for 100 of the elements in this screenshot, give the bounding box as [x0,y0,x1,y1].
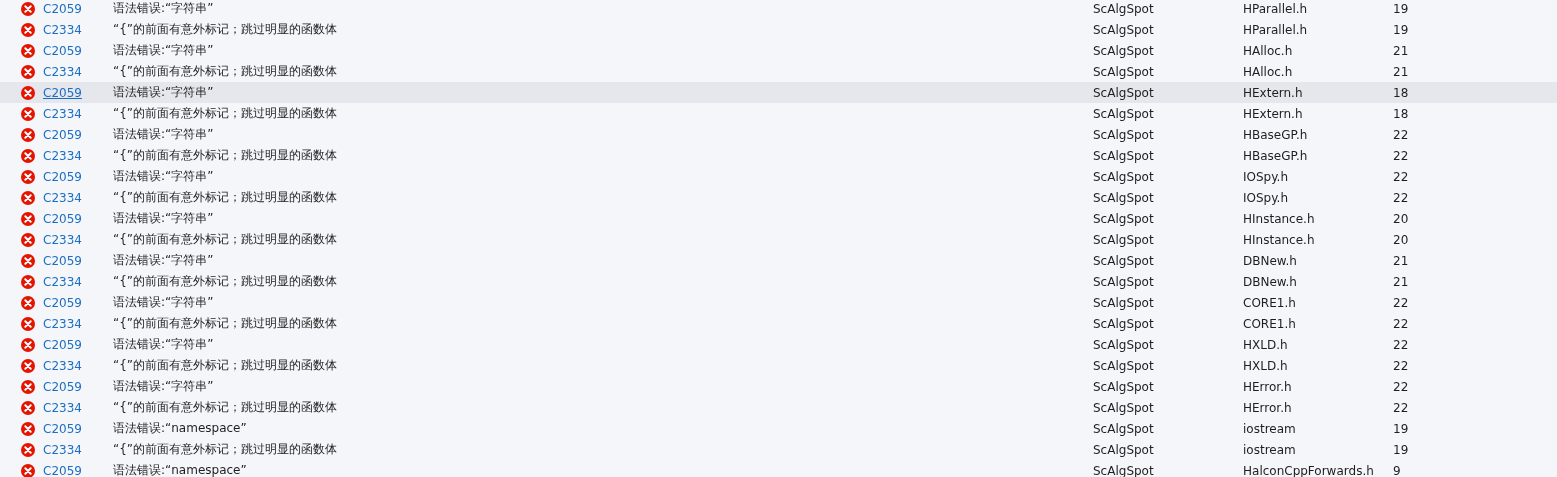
error-code-link[interactable]: C2059 [43,85,82,100]
error-description: 语法错误:“字符串” [113,294,214,311]
error-description: 语法错误:“字符串” [113,168,214,185]
line-number: 19 [1393,1,1409,16]
project-name: ScAlgSpot [1093,442,1154,457]
line-number: 21 [1393,43,1409,58]
error-icon [20,274,35,289]
project-name: ScAlgSpot [1093,106,1154,121]
error-code-link[interactable]: C2334 [43,22,82,37]
error-icon [20,253,35,268]
error-icon [20,442,35,457]
error-description: 语法错误:“字符串” [113,84,214,101]
line-number: 18 [1393,85,1409,100]
line-number: 19 [1393,22,1409,37]
error-description: 语法错误:“字符串” [113,336,214,353]
error-icon [20,169,35,184]
file-name: HBaseGP.h [1243,148,1308,163]
error-code-link[interactable]: C2334 [43,232,82,247]
file-name: HAlloc.h [1243,43,1293,58]
line-number: 22 [1393,295,1409,310]
error-code-link[interactable]: C2059 [43,463,82,477]
error-icon [20,127,35,142]
line-number: 9 [1393,463,1401,477]
error-description: 语法错误:“字符串” [113,42,214,59]
file-name: HAlloc.h [1243,64,1293,79]
file-name: HError.h [1243,400,1292,415]
error-icon [20,1,35,16]
error-icon [20,106,35,121]
project-name: ScAlgSpot [1093,43,1154,58]
project-name: ScAlgSpot [1093,1,1154,16]
project-name: ScAlgSpot [1093,379,1154,394]
error-code-link[interactable]: C2059 [43,253,82,268]
error-code-link[interactable]: C2059 [43,1,82,16]
error-code-link[interactable]: C2059 [43,127,82,142]
file-name: HExtern.h [1243,106,1303,121]
project-name: ScAlgSpot [1093,274,1154,289]
project-name: ScAlgSpot [1093,211,1154,226]
error-description: “{”的前面有意外标记；跳过明显的函数体 [113,21,338,38]
error-code-link[interactable]: C2059 [43,421,82,436]
error-code-link[interactable]: C2059 [43,295,82,310]
error-icon [20,295,35,310]
error-description: “{”的前面有意外标记；跳过明显的函数体 [113,441,338,458]
error-description: “{”的前面有意外标记；跳过明显的函数体 [113,63,338,80]
error-description: “{”的前面有意外标记；跳过明显的函数体 [113,357,338,374]
file-name: IOSpy.h [1243,169,1289,184]
line-number: 18 [1393,106,1409,121]
file-name: HInstance.h [1243,211,1315,226]
project-name: ScAlgSpot [1093,463,1154,477]
line-number: 22 [1393,358,1409,373]
line-number: 19 [1393,421,1409,436]
error-icon [20,400,35,415]
file-name: CORE1.h [1243,316,1296,331]
line-number: 20 [1393,211,1409,226]
error-code-link[interactable]: C2334 [43,400,82,415]
line-number: 20 [1393,232,1409,247]
error-icon [20,22,35,37]
error-description: 语法错误:“字符串” [113,126,214,143]
error-code-link[interactable]: C2059 [43,337,82,352]
error-code-link[interactable]: C2334 [43,316,82,331]
project-name: ScAlgSpot [1093,232,1154,247]
error-icon [20,337,35,352]
error-code-link[interactable]: C2334 [43,106,82,121]
selected-error-row[interactable]: C2059 语法错误:“字符串” ScAlgSpot HExtern.h 18 [0,82,1557,103]
error-icon [20,232,35,247]
error-icon [20,211,35,226]
error-code-link[interactable]: C2334 [43,358,82,373]
file-name: iostream [1243,442,1296,457]
error-description: 语法错误:“字符串” [113,378,214,395]
error-code-link[interactable]: C2059 [43,43,82,58]
project-name: ScAlgSpot [1093,169,1154,184]
error-description: 语法错误:“字符串” [113,252,214,269]
error-code-link[interactable]: C2334 [43,190,82,205]
error-description: “{”的前面有意外标记；跳过明显的函数体 [113,273,338,290]
error-code-link[interactable]: C2334 [43,148,82,163]
error-description: “{”的前面有意外标记；跳过明显的函数体 [113,147,338,164]
error-icon [20,190,35,205]
file-name: HExtern.h [1243,85,1303,100]
project-name: ScAlgSpot [1093,85,1154,100]
project-name: ScAlgSpot [1093,22,1154,37]
error-code-link[interactable]: C2059 [43,169,82,184]
error-description: “{”的前面有意外标记；跳过明显的函数体 [113,231,338,248]
line-number: 22 [1393,379,1409,394]
error-code-link[interactable]: C2334 [43,64,82,79]
error-code-link[interactable]: C2059 [43,379,82,394]
line-number: 21 [1393,253,1409,268]
file-name: DBNew.h [1243,253,1297,268]
error-icon [20,358,35,373]
error-code-link[interactable]: C2059 [43,211,82,226]
error-description: 语法错误:“字符串” [113,210,214,227]
error-icon [20,421,35,436]
line-number: 22 [1393,316,1409,331]
line-number: 21 [1393,64,1409,79]
project-name: ScAlgSpot [1093,316,1154,331]
line-number: 22 [1393,400,1409,415]
project-name: ScAlgSpot [1093,421,1154,436]
error-code-link[interactable]: C2334 [43,274,82,289]
project-name: ScAlgSpot [1093,190,1154,205]
file-name: HParallel.h [1243,1,1308,16]
error-icon [20,463,35,477]
error-code-link[interactable]: C2334 [43,442,82,457]
